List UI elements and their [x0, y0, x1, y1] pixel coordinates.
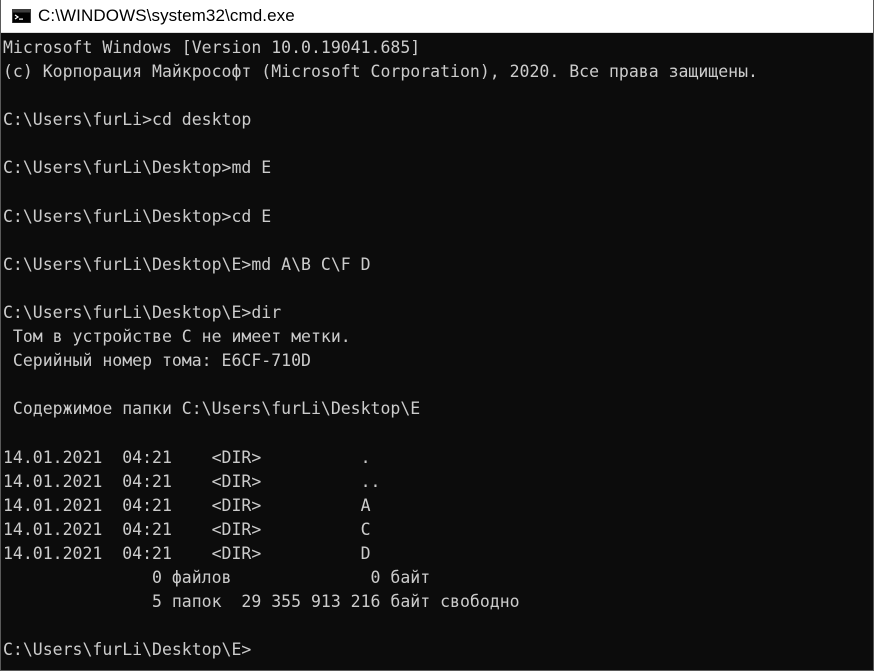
console-line: 14.01.2021 04:21 <DIR> C [3, 519, 371, 539]
console-line: 14.01.2021 04:21 <DIR> .. [3, 471, 381, 491]
console-line: 14.01.2021 04:21 <DIR> A [3, 495, 371, 515]
console-line: C:\Users\furLi\Desktop\E> [3, 640, 252, 660]
window-title: C:\WINDOWS\system32\cmd.exe [38, 6, 295, 25]
cmd-window: C:\WINDOWS\system32\cmd.exe Microsoft Wi… [0, 0, 874, 671]
console-line: C:\Users\furLi\Desktop>md E [3, 158, 272, 178]
console-line: 0 файлов 0 байт [3, 568, 431, 588]
title-bar[interactable]: C:\WINDOWS\system32\cmd.exe [1, 0, 873, 33]
console-line: Том в устройстве C не имеет метки. [3, 327, 351, 347]
console-line: C:\Users\furLi>cd desktop [3, 110, 252, 130]
console-line: Содержимое папки C:\Users\furLi\Desktop\… [3, 399, 421, 419]
console-line: (c) Корпорация Майкрософт (Microsoft Cor… [3, 62, 758, 82]
console-line: C:\Users\furLi\Desktop>cd E [3, 206, 272, 226]
console-line: C:\Users\furLi\Desktop\E>md A\B C\F D [3, 254, 371, 274]
console-line: 14.01.2021 04:21 <DIR> . [3, 447, 371, 467]
console-line: Microsoft Windows [Version 10.0.19041.68… [3, 38, 421, 57]
console-line: 5 папок 29 355 913 216 байт свободно [3, 592, 520, 612]
console-line: Серийный номер тома: E6CF-710D [3, 351, 311, 371]
console-line: 14.01.2021 04:21 <DIR> D [3, 543, 371, 563]
console-output[interactable]: Microsoft Windows [Version 10.0.19041.68… [3, 36, 873, 670]
cmd-console-icon [12, 9, 31, 23]
console-line: C:\Users\furLi\Desktop\E>dir [3, 303, 282, 323]
